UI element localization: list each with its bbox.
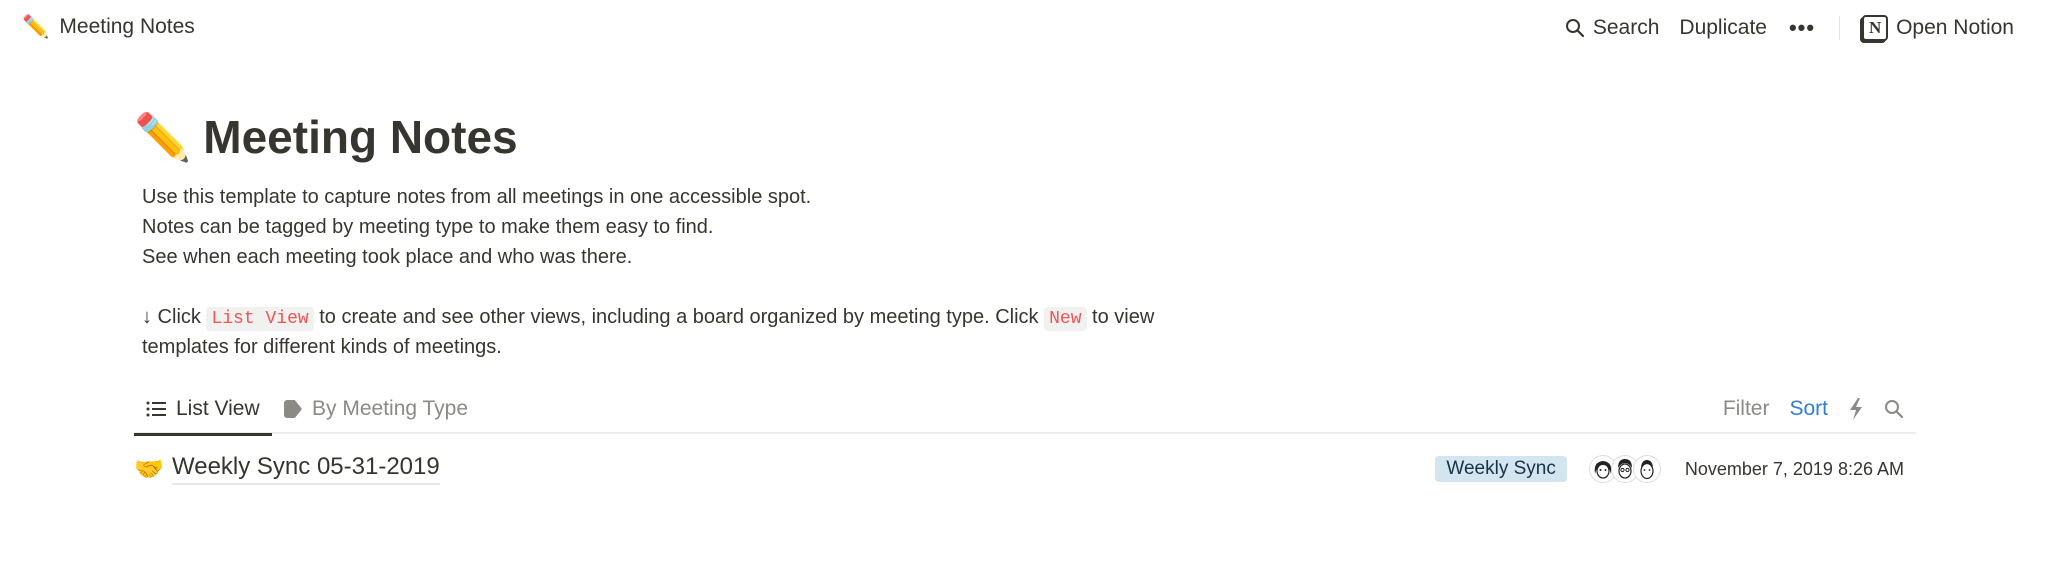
hint-text: to view [1086,306,1155,328]
search-icon [1565,19,1584,38]
search-label: Search [1592,16,1660,39]
sort-button[interactable]: Sort [1789,397,1828,421]
lightning-icon[interactable] [1848,398,1864,420]
handshake-icon: 🤝 [134,455,164,483]
page-title-text[interactable]: Meeting Notes [203,110,517,164]
page-title[interactable]: ✏️ Meeting Notes [134,108,1914,166]
search-button[interactable]: Search [1555,16,1670,40]
hint-text: to create and see other views, including… [313,306,1045,328]
tab-label: List View [176,397,260,420]
view-tools: Filter Sort [1723,384,1916,434]
page-content: ✏️ Meeting Notes Use this template to ca… [134,108,1914,362]
hint-text: Click [152,306,207,328]
avatar [1632,455,1661,483]
divider [1839,16,1841,40]
tab-label: By Meeting Type [312,397,469,420]
topbar: ✏️ Meeting Notes Search Duplicate ••• N … [0,0,2048,56]
person-icon [1640,460,1654,480]
arrow-down-icon: ↓ [142,306,152,328]
list-item[interactable]: 🤝 Weekly Sync 05-31-2019 Weekly Sync Nov… [134,448,1916,490]
description-line: Use this template to capture notes from … [142,186,812,208]
page-description: Use this template to capture notes from … [142,182,1914,362]
filter-button[interactable]: Filter [1723,397,1770,421]
view-tabs: List View By Meeting Type Filter Sort [134,384,1916,436]
tab-list-view[interactable]: List View [134,384,272,436]
duplicate-button[interactable]: Duplicate [1669,16,1777,40]
open-notion-button[interactable]: N Open Notion [1852,15,2024,41]
description-line: Notes can be tagged by meeting type to m… [142,216,714,238]
hint-line: templates for different kinds of meeting… [142,336,502,358]
notion-logo-icon: N [1862,15,1889,41]
pencil-icon[interactable]: ✏️ [134,110,191,165]
inline-code-list-view: List View [206,307,314,331]
hint-line: ↓ Click List View to create and see othe… [142,302,1914,332]
search-icon[interactable] [1884,399,1904,419]
breadcrumb[interactable]: ✏️ Meeting Notes [22,14,195,40]
pencil-icon: ✏️ [22,14,50,39]
row-properties: Weekly Sync November 7, 2019 8:26 AM [1435,448,1904,490]
description-line: See when each meeting took place and who… [142,246,633,268]
row-title[interactable]: Weekly Sync 05-31-2019 [172,453,440,485]
attendees [1588,455,1661,483]
more-options-icon[interactable]: ••• [1777,15,1827,41]
created-date: November 7, 2019 8:26 AM [1684,458,1904,479]
list-icon [146,401,166,417]
tag-icon [284,400,302,418]
meeting-type-tag: Weekly Sync [1435,456,1567,482]
breadcrumb-title: Meeting Notes [59,15,195,38]
open-notion-label: Open Notion [1896,16,2014,39]
tab-by-meeting-type[interactable]: By Meeting Type [284,384,468,434]
inline-code-new: New [1044,307,1087,331]
top-actions: Search Duplicate ••• N Open Notion [1555,12,2024,44]
